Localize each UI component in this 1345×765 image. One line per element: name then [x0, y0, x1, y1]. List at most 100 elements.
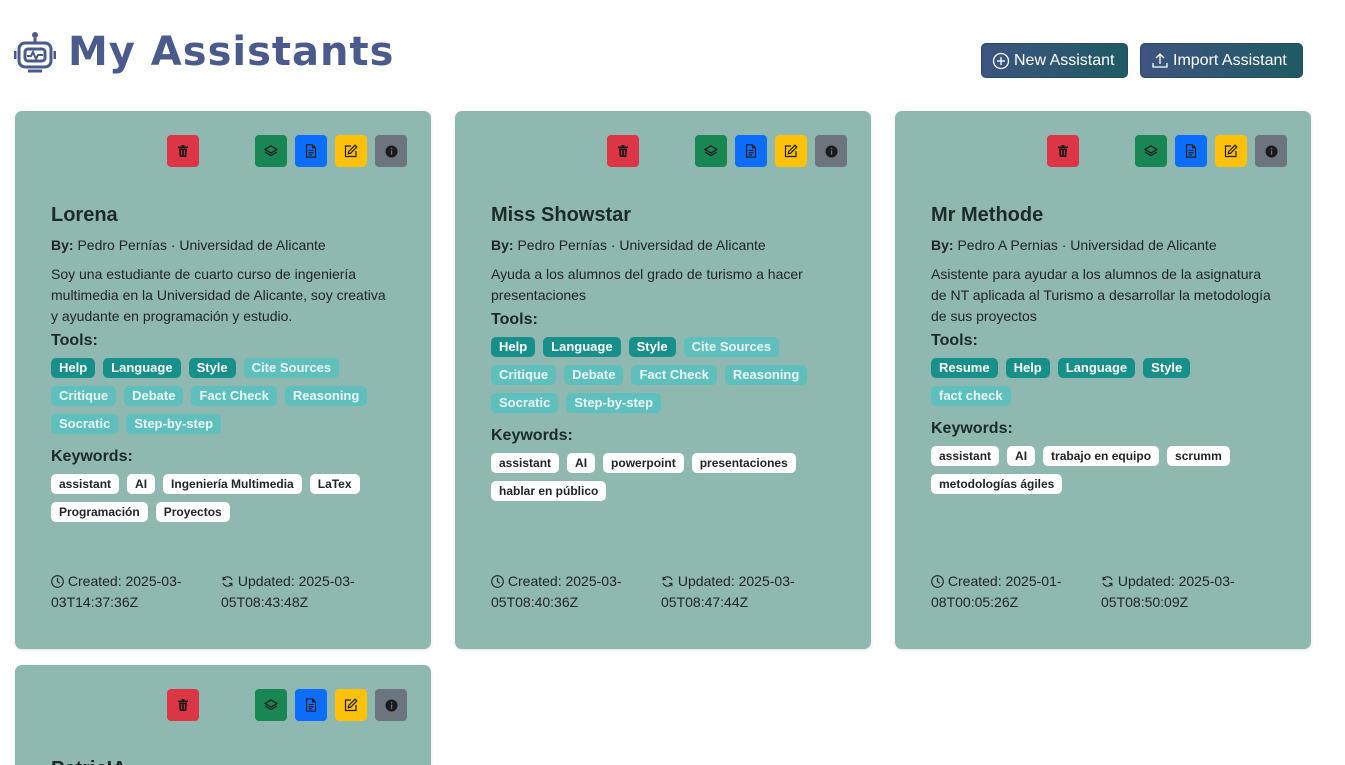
tools-list: Help Language Style Cite Sources Critique Deb…	[51, 358, 391, 434]
trash-icon	[178, 145, 188, 157]
keywords-section: Keywords: assistant AI powerpoint presentac…	[491, 425, 831, 501]
keyword-tag: assistant	[51, 474, 120, 494]
robot-icon	[13, 30, 57, 74]
assistant-name: Mr Methode	[931, 204, 1044, 226]
layers-button[interactable]	[255, 689, 287, 721]
pencil-square-icon	[344, 144, 358, 158]
tool-tag: Debate	[564, 365, 624, 385]
tool-tag: Language	[1057, 358, 1136, 378]
layers-button[interactable]	[1135, 135, 1167, 167]
trash-icon	[178, 699, 188, 711]
card-body: Mr Methode By: Pedro A Pernias · Univers…	[931, 201, 1271, 506]
document-button[interactable]	[735, 135, 767, 167]
assistant-name: PatricIA	[51, 755, 391, 765]
layers-icon	[1144, 145, 1158, 157]
delete-button[interactable]	[607, 135, 639, 167]
delete-button[interactable]	[167, 135, 199, 167]
layers-icon	[704, 145, 718, 157]
plus-circle-icon	[992, 52, 1010, 69]
refresh-icon	[222, 576, 233, 587]
updated-date: Updated: 2025-03-05T08:47:44Z	[661, 571, 831, 613]
created-text: Created: 2025-03-05T08:40:36Z	[491, 573, 622, 610]
page-header: My Assistants New Assistant Import Assis…	[13, 26, 1314, 86]
tool-tag: Help	[51, 358, 96, 378]
import-assistant-label: Import Assistant	[1173, 51, 1287, 69]
assistant-author: By: Pedro A Pernias · Universidad de Ali…	[931, 235, 1271, 255]
tools-label: Tools:	[51, 332, 98, 349]
document-icon	[305, 698, 317, 712]
edit-button[interactable]	[1215, 135, 1247, 167]
keyword-tag: presentaciones	[691, 453, 796, 473]
assistant-description: Soy una estudiante de cuarto curso de in…	[51, 266, 386, 324]
info-circle-icon	[825, 145, 837, 157]
keyword-tag: AI	[1007, 446, 1036, 466]
card-dates: Created: 2025-01-08T00:05:26Z Updated: 2…	[931, 571, 1291, 613]
created-date: Created: 2025-03-05T08:40:36Z	[491, 571, 661, 613]
assistant-name: Lorena	[51, 204, 118, 226]
info-button[interactable]	[1255, 135, 1287, 167]
layers-icon	[264, 699, 278, 711]
assistant-description: Ayuda a los alumnos del grado de turismo…	[491, 266, 803, 303]
info-button[interactable]	[375, 689, 407, 721]
info-circle-icon	[385, 145, 397, 157]
created-date: Created: 2025-03-03T14:37:36Z	[51, 571, 221, 613]
keyword-tag: AI	[127, 474, 156, 494]
trash-icon	[1058, 145, 1068, 157]
keywords-list: assistant AI trabajo en equipo scrumm metodo…	[931, 446, 1271, 494]
keyword-tag: metodologías ágiles	[931, 474, 1063, 494]
info-button[interactable]	[375, 135, 407, 167]
tool-tag: Reasoning	[724, 365, 808, 385]
document-button[interactable]	[1175, 135, 1207, 167]
author-text: Pedro A Pernias · Universidad de Alicant…	[957, 237, 1217, 253]
document-button[interactable]	[295, 689, 327, 721]
keywords-label: Keywords:	[51, 448, 133, 465]
tool-tag: Step-by-step	[566, 393, 662, 413]
keyword-tag: assistant	[931, 446, 1000, 466]
upload-icon	[1152, 52, 1168, 68]
assistant-card: Lorena By: Pedro Pernías · Universidad d…	[15, 111, 431, 649]
tool-tag: Help	[1005, 358, 1050, 378]
refresh-icon	[662, 576, 673, 587]
keywords-section: Keywords: assistant AI Ingeniería Multimed…	[51, 446, 391, 522]
new-assistant-button[interactable]: New Assistant	[981, 43, 1128, 78]
edit-button[interactable]	[775, 135, 807, 167]
layers-button[interactable]	[255, 135, 287, 167]
assistant-name: Miss Showstar	[491, 204, 632, 226]
keywords-section: Keywords: assistant AI trabajo en equipo sc…	[931, 418, 1271, 494]
document-button[interactable]	[295, 135, 327, 167]
import-assistant-button[interactable]: Import Assistant	[1140, 43, 1303, 78]
page-title: My Assistants	[68, 29, 395, 75]
delete-button[interactable]	[1047, 135, 1079, 167]
tool-tag: Socratic	[491, 393, 559, 413]
created-text: Created: 2025-03-03T14:37:36Z	[51, 573, 182, 610]
updated-text: Updated: 2025-03-05T08:43:48Z	[221, 573, 355, 610]
document-icon	[745, 144, 757, 158]
tool-tag: Critique	[491, 365, 557, 385]
assistant-author: By: Pedro Pernías · Universidad de Alica…	[491, 235, 831, 255]
pencil-square-icon	[1224, 144, 1238, 158]
card-body: Miss Showstar By: Pedro Pernías · Univer…	[491, 201, 831, 513]
tool-tag: Socratic	[51, 414, 119, 434]
by-label: By:	[491, 237, 514, 253]
keywords-label: Keywords:	[491, 427, 573, 444]
created-text: Created: 2025-01-08T00:05:26Z	[931, 573, 1062, 610]
tools-section: Tools: Help Language Style Cite Sources Crit…	[491, 309, 831, 413]
info-button[interactable]	[815, 135, 847, 167]
updated-date: Updated: 2025-03-05T08:43:48Z	[221, 571, 391, 613]
delete-button[interactable]	[167, 689, 199, 721]
tool-tag: Resume	[931, 358, 998, 378]
layers-button[interactable]	[695, 135, 727, 167]
edit-button[interactable]	[335, 689, 367, 721]
edit-button[interactable]	[335, 135, 367, 167]
keyword-tag: assistant	[491, 453, 560, 473]
by-label: By:	[51, 237, 74, 253]
tool-tag: Style	[188, 358, 236, 378]
document-icon	[1185, 144, 1197, 158]
assistant-author: By: Pedro Pernías · Universidad de Alica…	[51, 235, 391, 255]
tool-tag: Debate	[124, 386, 184, 406]
updated-text: Updated: 2025-03-05T08:47:44Z	[661, 573, 795, 610]
card-dates: Created: 2025-03-03T14:37:36Z Updated: 2…	[51, 571, 411, 613]
clock-icon	[931, 575, 944, 588]
info-circle-icon	[385, 699, 397, 711]
keyword-tag: trabajo en equipo	[1043, 446, 1160, 466]
